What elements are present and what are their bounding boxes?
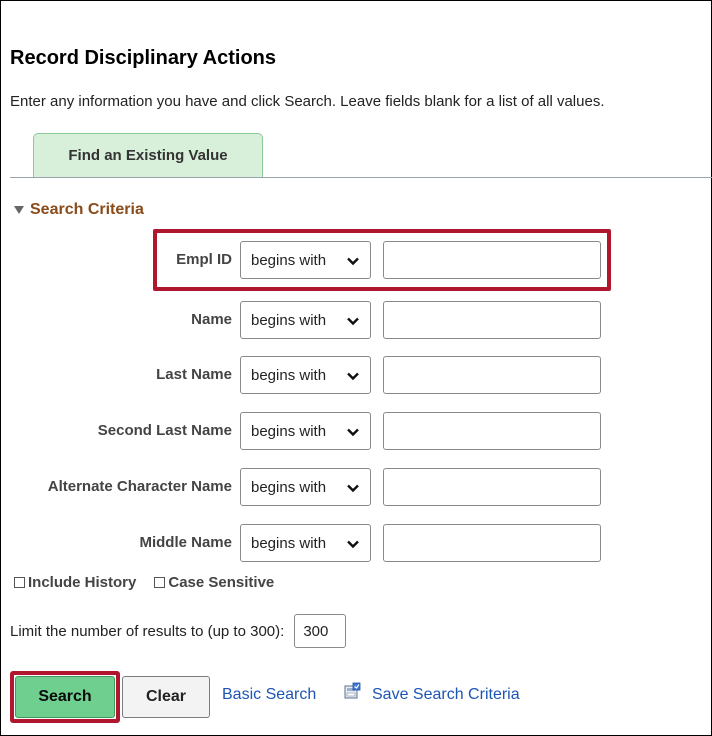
field-label: Name bbox=[191, 311, 232, 328]
chevron-down-icon bbox=[347, 317, 359, 326]
field-label: Alternate Character Name bbox=[47, 478, 232, 495]
alternate-character-name-input[interactable] bbox=[383, 468, 601, 506]
search-options: Include History Case Sensitive bbox=[14, 574, 292, 591]
case-sensitive-label: Case Sensitive bbox=[168, 574, 275, 591]
field-row-last-name: Last Name begins with bbox=[0, 356, 712, 394]
include-history-checkbox[interactable] bbox=[14, 577, 25, 588]
operator-value: begins with bbox=[251, 534, 327, 552]
case-sensitive-option[interactable]: Case Sensitive bbox=[154, 574, 274, 591]
save-criteria-icon[interactable] bbox=[344, 682, 362, 700]
middle-name-input[interactable] bbox=[383, 524, 601, 562]
operator-select-name[interactable]: begins with bbox=[240, 301, 371, 339]
operator-select-alternate-character-name[interactable]: begins with bbox=[240, 468, 371, 506]
limit-input[interactable]: 300 bbox=[294, 614, 347, 648]
limit-label: Limit the number of results to (up to 30… bbox=[10, 622, 285, 640]
search-button[interactable]: Search bbox=[15, 676, 115, 718]
chevron-down-icon bbox=[347, 372, 359, 381]
field-label: Last Name bbox=[156, 366, 232, 383]
search-criteria-toggle[interactable]: Search Criteria bbox=[14, 201, 144, 219]
chevron-down-icon bbox=[347, 484, 359, 493]
operator-select-second-last-name[interactable]: begins with bbox=[240, 412, 371, 450]
field-label: Middle Name bbox=[139, 534, 232, 551]
tab-divider bbox=[10, 177, 712, 178]
second-last-name-input[interactable] bbox=[383, 412, 601, 450]
include-history-label: Include History bbox=[28, 574, 137, 591]
empl-id-highlight-box bbox=[153, 229, 611, 291]
clear-button[interactable]: Clear bbox=[122, 676, 210, 718]
field-row-middle-name: Middle Name begins with bbox=[0, 524, 712, 562]
operator-value: begins with bbox=[251, 478, 327, 496]
limit-value: 300 bbox=[303, 622, 329, 640]
case-sensitive-checkbox[interactable] bbox=[154, 577, 166, 588]
tab-label: Find an Existing Value bbox=[68, 147, 228, 164]
operator-value: begins with bbox=[251, 366, 327, 384]
field-row-name: Name begins with bbox=[0, 301, 712, 339]
operator-value: begins with bbox=[251, 311, 327, 329]
basic-search-link[interactable]: Basic Search bbox=[222, 686, 316, 704]
triangle-down-icon bbox=[14, 206, 24, 214]
operator-value: begins with bbox=[251, 422, 327, 440]
last-name-input[interactable] bbox=[383, 356, 601, 394]
operator-select-last-name[interactable]: begins with bbox=[240, 356, 371, 394]
page-title: Record Disciplinary Actions bbox=[10, 47, 276, 69]
include-history-option[interactable]: Include History bbox=[14, 574, 136, 591]
field-label: Second Last Name bbox=[97, 422, 232, 439]
operator-select-middle-name[interactable]: begins with bbox=[240, 524, 371, 562]
chevron-down-icon bbox=[347, 540, 359, 549]
name-input[interactable] bbox=[383, 301, 601, 339]
field-row-second-last-name: Second Last Name begins with bbox=[0, 412, 712, 450]
save-search-criteria-link[interactable]: Save Search Criteria bbox=[372, 686, 520, 704]
chevron-down-icon bbox=[347, 428, 359, 437]
page-instructions: Enter any information you have and click… bbox=[10, 93, 605, 110]
results-limit: Limit the number of results to (up to 30… bbox=[10, 614, 347, 648]
tab-find-existing-value[interactable]: Find an Existing Value bbox=[33, 133, 263, 177]
field-row-alternate-character-name: Alternate Character Name begins with bbox=[0, 468, 712, 506]
section-label: Search Criteria bbox=[30, 201, 144, 218]
